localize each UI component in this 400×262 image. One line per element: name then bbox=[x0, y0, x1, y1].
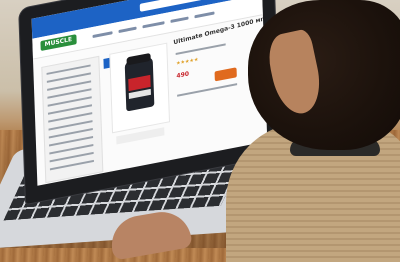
laptop-screen: MUSCLE Ultimate Omega-3 1000 мг, ★★★★★ 4… bbox=[31, 0, 268, 186]
supplement-jar bbox=[124, 52, 155, 112]
sidebar-item[interactable] bbox=[49, 159, 94, 171]
product-price: 490 bbox=[176, 70, 190, 80]
product-image[interactable] bbox=[109, 42, 171, 134]
rating-stars: ★★★★★ bbox=[175, 56, 199, 67]
buy-button[interactable] bbox=[214, 67, 237, 82]
category-sidebar bbox=[41, 55, 104, 184]
person-hair bbox=[248, 0, 400, 150]
product-meta bbox=[175, 43, 226, 55]
jar-cap bbox=[126, 52, 151, 66]
product-meta bbox=[177, 83, 238, 97]
